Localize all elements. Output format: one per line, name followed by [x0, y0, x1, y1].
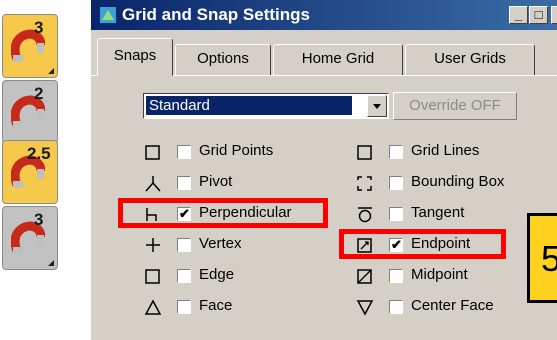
snap-tangent[interactable]: Tangent	[356, 204, 556, 229]
snap-face[interactable]: Face	[144, 297, 334, 322]
snap-label: Grid Lines	[411, 142, 480, 159]
snap-label: Pivot	[199, 173, 233, 190]
tangent-icon	[358, 207, 372, 223]
snap-toggle-3d[interactable]: 3	[2, 14, 58, 78]
snap-label: Center Face	[411, 297, 494, 314]
snap-bounding-box[interactable]: Bounding Box	[356, 173, 556, 198]
face-checkbox[interactable]	[177, 300, 191, 314]
snap-toggle-2d[interactable]: 2	[2, 80, 58, 144]
edge-icon	[145, 269, 160, 284]
tab-strip: Snaps Options Home Grid User Grids	[91, 36, 557, 76]
bounding-box-icon	[357, 176, 372, 191]
tab-home-grid[interactable]: Home Grid	[273, 44, 403, 76]
grid-snap-settings-dialog: Grid and Snap Settings _ □ × Snaps Optio…	[90, 0, 557, 340]
callout-number: 5	[541, 238, 557, 279]
snap-toggle-3d-alt[interactable]: 3	[2, 206, 58, 270]
snap-edge[interactable]: Edge	[144, 266, 334, 291]
highlight-perpendicular	[118, 198, 328, 228]
snap-vertex[interactable]: Vertex	[144, 235, 334, 260]
vertex-checkbox[interactable]	[177, 238, 191, 252]
minimize-button[interactable]: _	[509, 6, 528, 24]
tangent-checkbox[interactable]	[389, 207, 403, 221]
tab-user-grids[interactable]: User Grids	[405, 44, 535, 76]
override-button[interactable]: Override OFF	[393, 92, 517, 120]
midpoint-icon	[357, 269, 372, 284]
dialog-title: Grid and Snap Settings	[122, 5, 310, 24]
snap-set-dropdown[interactable]: Standard	[143, 93, 389, 119]
highlight-endpoint	[339, 229, 506, 259]
snap-label: Midpoint	[411, 266, 468, 283]
snap-grid-lines[interactable]: Grid Lines	[356, 142, 556, 167]
snap-pivot[interactable]: Pivot	[144, 173, 334, 198]
face-icon	[144, 299, 162, 315]
snap-label: Vertex	[199, 235, 242, 252]
flyout-indicator-icon	[48, 260, 54, 266]
chevron-down-icon[interactable]	[367, 95, 387, 117]
grid-points-icon	[145, 145, 160, 160]
midpoint-checkbox[interactable]	[389, 269, 403, 283]
vertex-icon	[146, 238, 160, 252]
edge-checkbox[interactable]	[177, 269, 191, 283]
snap-midpoint[interactable]: Midpoint	[356, 266, 556, 291]
center-face-icon	[356, 300, 374, 316]
snap-label: Grid Points	[199, 142, 274, 159]
center-face-checkbox[interactable]	[389, 300, 403, 314]
flyout-indicator-icon	[48, 68, 54, 74]
snap-toggle-label: 2	[34, 84, 44, 103]
pivot-checkbox[interactable]	[177, 176, 191, 190]
snap-toggle-label: 2.5	[27, 144, 51, 163]
snap-center-face[interactable]: Center Face	[356, 297, 556, 322]
title-bar[interactable]: Grid and Snap Settings _ □ ×	[91, 0, 557, 30]
grid-lines-icon	[357, 145, 372, 160]
snap-toggle-label: 3	[34, 210, 44, 229]
snap-toggle-label: 3	[34, 18, 44, 37]
grid-lines-checkbox[interactable]	[389, 145, 403, 159]
callout-badge: 5	[527, 213, 557, 303]
snap-label: Tangent	[411, 204, 465, 221]
tab-snaps[interactable]: Snaps	[97, 38, 173, 76]
close-button[interactable]: ×	[551, 6, 557, 24]
tab-options[interactable]: Options	[175, 44, 271, 76]
grid-points-checkbox[interactable]	[177, 145, 191, 159]
snap-set-value: Standard	[146, 96, 352, 115]
maximize-button[interactable]: □	[529, 6, 548, 24]
snap-label: Face	[199, 297, 233, 314]
bounding-box-checkbox[interactable]	[389, 176, 403, 190]
app-icon	[100, 7, 116, 23]
pivot-icon	[145, 176, 161, 192]
snap-grid-points[interactable]: Grid Points	[144, 142, 334, 167]
snap-label: Bounding Box	[411, 173, 505, 190]
snap-label: Edge	[199, 266, 235, 283]
snap-toggle-2-5d[interactable]: 2.5	[2, 140, 58, 204]
